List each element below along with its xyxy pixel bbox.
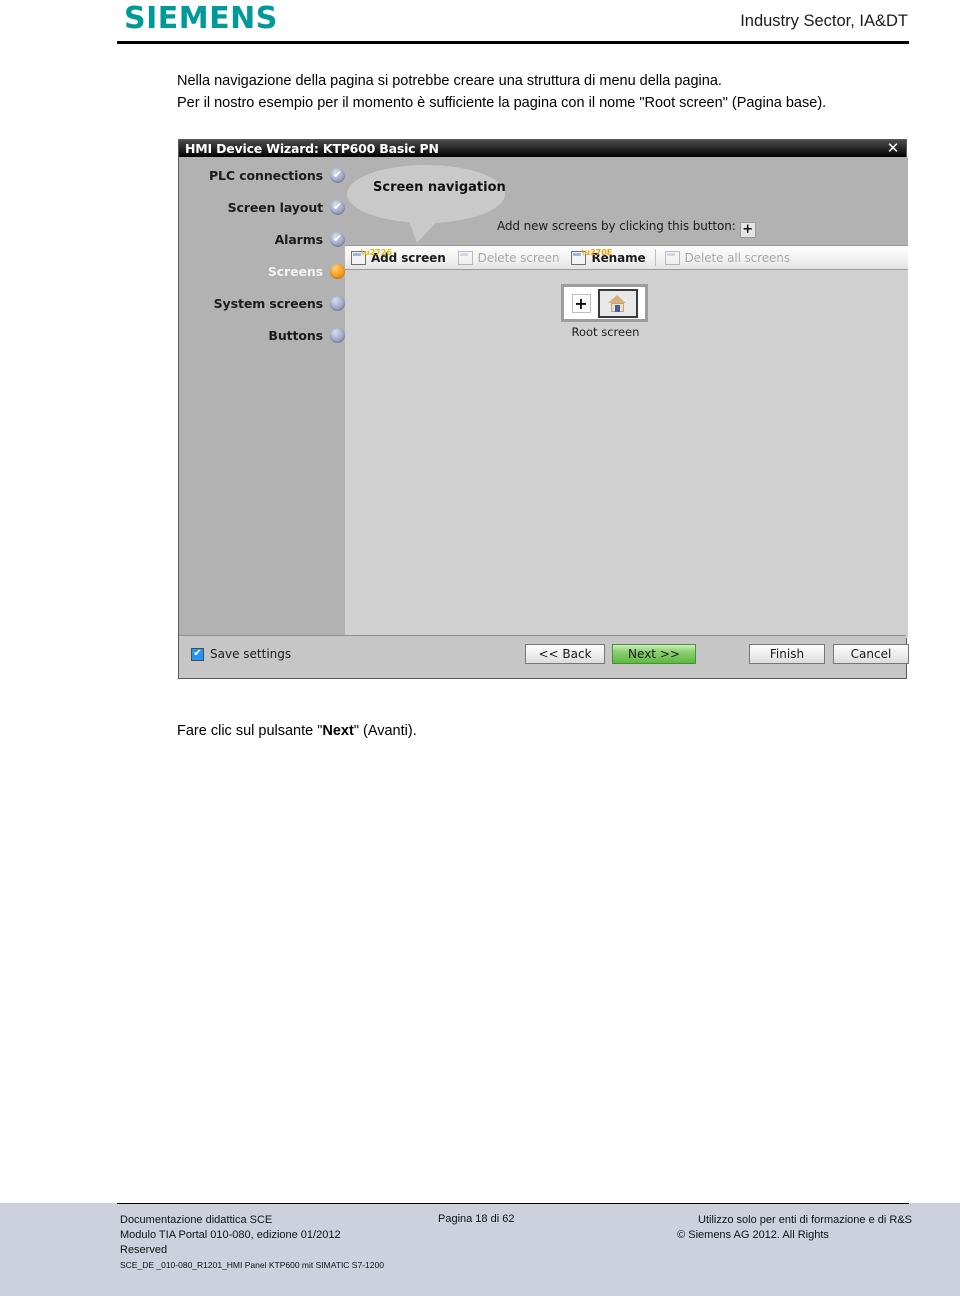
toolbar-separator — [654, 249, 656, 266]
cancel-button[interactable]: Cancel — [833, 644, 909, 664]
wizard-content-pane: Screen navigation Add new screens by cli… — [345, 157, 908, 638]
wizard-step-sidebar: PLC connections ✔ Screen layout ✔ Alarms… — [179, 157, 345, 638]
step-status-pending-icon — [330, 327, 345, 343]
content-top-band: Screen navigation Add new screens by cli… — [345, 157, 908, 245]
sidebar-item-buttons[interactable]: Buttons — [179, 325, 345, 345]
dialog-title: HMI Device Wizard: KTP600 Basic PN — [185, 141, 439, 156]
sidebar-item-label: Alarms — [274, 231, 324, 247]
next-button[interactable]: Next >> — [612, 644, 696, 664]
sidebar-item-alarms[interactable]: Alarms ✔ — [179, 229, 345, 249]
add-child-screen-icon[interactable]: + — [571, 293, 591, 313]
delete-screen-button[interactable]: Delete screen — [452, 246, 566, 269]
step-status-check-icon: ✔ — [330, 167, 345, 183]
footer-usage-note: Utilizzo solo per enti di formazione e d… — [698, 1214, 912, 1226]
add-screen-button[interactable]: \u2726 Add screen — [345, 246, 452, 269]
footer-document-code: SCE_DE _010-080_R1201_HMI Panel KTP600 m… — [120, 1260, 384, 1270]
delete-screen-label: Delete screen — [477, 250, 560, 265]
delete-all-screens-icon — [664, 250, 680, 265]
add-screen-hint: Add new screens by clicking this button:… — [497, 219, 756, 238]
add-screen-icon: \u2726 — [351, 248, 392, 265]
speech-bubble-tail — [407, 215, 443, 243]
delete-screen-icon — [457, 250, 473, 265]
sidebar-item-screens[interactable]: Screens — [179, 261, 345, 281]
step-status-check-icon: ✔ — [330, 199, 345, 215]
finish-button[interactable]: Finish — [749, 644, 825, 664]
hmi-device-wizard-dialog: HMI Device Wizard: KTP600 Basic PN ✕ PLC… — [178, 139, 909, 679]
delete-all-screens-button[interactable]: Delete all screens — [659, 246, 796, 269]
speech-bubble-label: Screen navigation — [373, 180, 506, 195]
header-divider — [117, 41, 909, 44]
intro-line-1: Nella navigazione della pagina si potreb… — [177, 73, 722, 89]
footer-reserved: Reserved — [120, 1244, 168, 1256]
dialog-footer: Save settings << Back Next >> Finish Can… — [179, 635, 909, 678]
caption-suffix: " (Avanti). — [353, 723, 417, 739]
screens-toolbar: \u2726 Add screen Delete screen \u270E R… — [345, 245, 908, 270]
save-settings-label: Save settings — [210, 647, 292, 661]
add-screen-hint-text: Add new screens by clicking this button: — [497, 219, 736, 233]
caption-bold: Next — [322, 723, 354, 739]
footer-doc-title: Documentazione didattica SCE — [120, 1214, 273, 1226]
step-status-check-icon: ✔ — [330, 231, 345, 247]
dialog-body: PLC connections ✔ Screen layout ✔ Alarms… — [179, 157, 908, 638]
page-header: SIEMENS Industry Sector, IA&DT — [0, 0, 960, 45]
header-division-label: Industry Sector, IA&DT — [740, 12, 908, 30]
footer-page-number: Pagina 18 di 62 — [438, 1213, 515, 1225]
root-screen-label: Root screen — [571, 325, 640, 339]
footer-divider — [117, 1203, 909, 1204]
home-icon — [608, 294, 627, 312]
caption-prefix: Fare clic sul pulsante " — [177, 723, 323, 739]
sidebar-item-label: Buttons — [268, 327, 323, 343]
sidebar-item-plc-connections[interactable]: PLC connections ✔ — [179, 165, 345, 185]
sidebar-item-label: Screen layout — [227, 199, 324, 215]
footer-module: Modulo TIA Portal 010-080, edizione 01/2… — [120, 1229, 341, 1241]
sidebar-item-label: System screens — [213, 295, 323, 311]
page-footer: Documentazione didattica SCE Modulo TIA … — [0, 1203, 960, 1296]
root-screen-tile[interactable]: + — [561, 284, 648, 322]
step-status-pending-icon — [330, 295, 345, 311]
sidebar-item-system-screens[interactable]: System screens — [179, 293, 345, 313]
sidebar-item-label: PLC connections — [208, 167, 323, 183]
sidebar-item-screen-layout[interactable]: Screen layout ✔ — [179, 197, 345, 217]
sidebar-item-label: Screens — [267, 263, 323, 279]
footer-right-column: Utilizzo solo per enti di formazione e d… — [612, 1213, 912, 1243]
screen-thumbnail[interactable] — [597, 288, 638, 318]
close-icon[interactable]: ✕ — [883, 140, 903, 157]
plus-icon: + — [739, 222, 756, 238]
dialog-titlebar: HMI Device Wizard: KTP600 Basic PN ✕ — [179, 140, 906, 157]
rename-button[interactable]: \u270E Rename — [565, 246, 651, 269]
instruction-caption: Fare clic sul pulsante "Next" (Avanti). — [177, 723, 417, 739]
rename-icon: \u270E — [571, 248, 612, 265]
screen-navigation-canvas: + Root screen — [345, 271, 908, 638]
intro-paragraph: Nella navigazione della pagina si potreb… — [177, 70, 917, 114]
delete-all-screens-label: Delete all screens — [684, 250, 791, 265]
step-status-current-icon — [330, 263, 345, 279]
save-settings-checkbox[interactable] — [191, 647, 204, 661]
siemens-logo: SIEMENS — [124, 1, 278, 36]
intro-line-2: Per il nostro esempio per il momento è s… — [177, 95, 827, 111]
save-settings-checkbox-group[interactable]: Save settings — [191, 647, 291, 661]
back-button[interactable]: << Back — [525, 644, 605, 664]
footer-copyright: © Siemens AG 2012. All Rights — [677, 1229, 829, 1241]
footer-left-column: Documentazione didattica SCE Modulo TIA … — [120, 1213, 420, 1258]
